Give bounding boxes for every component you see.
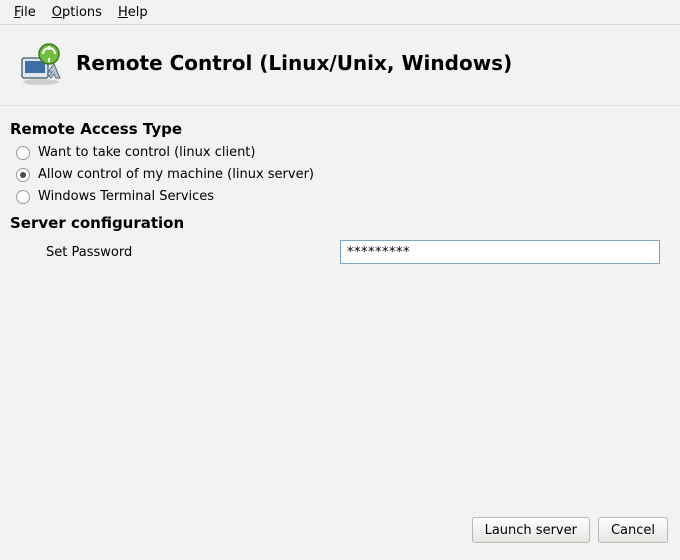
row-set-password: Set Password: [10, 240, 670, 264]
section-title-access-type: Remote Access Type: [10, 120, 670, 138]
button-bar: Launch server Cancel: [0, 510, 680, 560]
launch-server-button[interactable]: Launch server: [472, 517, 590, 543]
content-area: Remote Access Type Want to take control …: [0, 106, 680, 510]
radio-indicator: [16, 190, 30, 204]
radio-windows-ts[interactable]: Windows Terminal Services: [10, 186, 670, 208]
menu-file-label: ile: [21, 5, 36, 20]
cancel-button[interactable]: Cancel: [598, 517, 668, 543]
header: Remote Control (Linux/Unix, Windows): [0, 25, 680, 106]
radio-indicator: [16, 146, 30, 160]
password-input[interactable]: [340, 240, 660, 264]
radio-label: Want to take control (linux client): [38, 145, 255, 161]
page-title: Remote Control (Linux/Unix, Windows): [76, 51, 512, 75]
section-title-server-config: Server configuration: [10, 214, 670, 232]
radio-label: Allow control of my machine (linux serve…: [38, 167, 314, 183]
radio-label: Windows Terminal Services: [38, 189, 214, 205]
radio-indicator: [16, 168, 30, 182]
radio-take-control[interactable]: Want to take control (linux client): [10, 142, 670, 164]
menu-file[interactable]: File: [6, 3, 44, 22]
menu-help-label: elp: [128, 5, 148, 20]
menubar: File Options Help: [0, 0, 680, 25]
menu-options[interactable]: Options: [44, 3, 110, 22]
radio-allow-control[interactable]: Allow control of my machine (linux serve…: [10, 164, 670, 186]
remote-control-icon: [14, 39, 68, 87]
menu-options-label: ptions: [62, 5, 102, 20]
menu-help[interactable]: Help: [110, 3, 156, 22]
label-set-password: Set Password: [10, 245, 340, 260]
